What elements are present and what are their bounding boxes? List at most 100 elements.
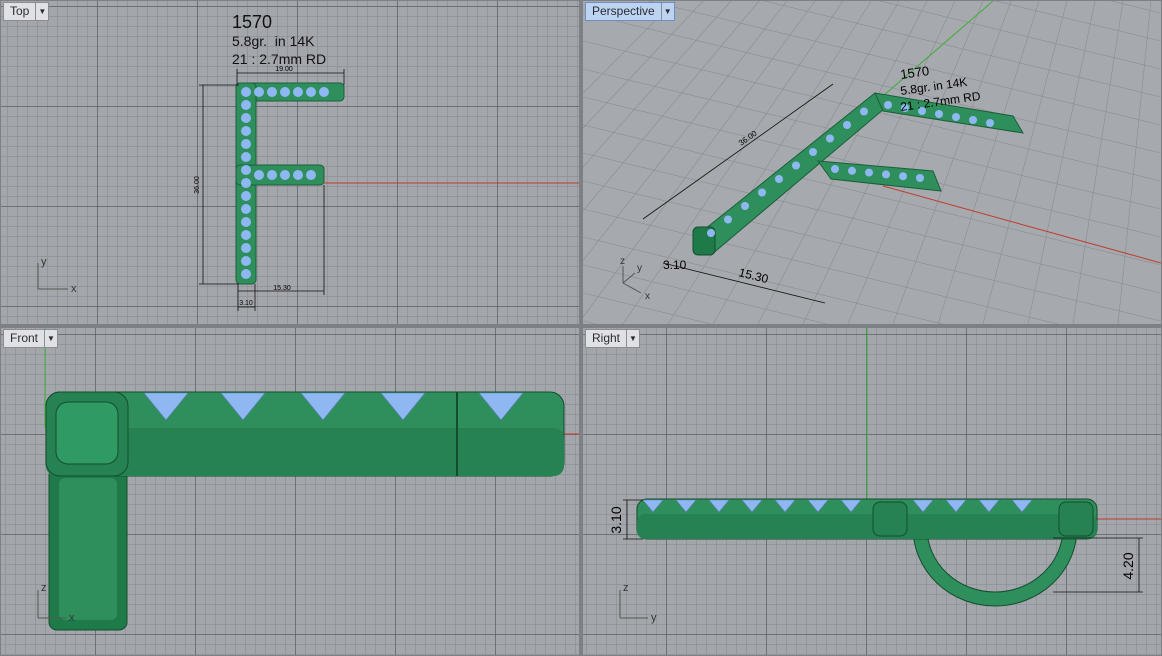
stone [241, 113, 251, 123]
viewport-top[interactable]: Top ▼ 19.00 36.00 15.30 3.10 y x 1570 5.… [1, 1, 579, 324]
axis-z-label: z [41, 582, 47, 594]
stone [241, 217, 251, 227]
model-number: 1570 [232, 12, 273, 32]
axis-z-label: z [620, 256, 625, 267]
stone [775, 175, 783, 183]
chevron-down-icon[interactable]: ▼ [626, 330, 639, 347]
stone [241, 165, 251, 175]
stone [741, 202, 749, 210]
front-scene: z x [37, 328, 579, 631]
stone [792, 161, 800, 170]
stone [952, 113, 960, 121]
weight-note: 5.8gr. in 14K [232, 33, 315, 49]
axis-x-label: x [645, 291, 650, 302]
stone [319, 87, 329, 97]
stone [826, 134, 834, 143]
grid-line [847, 1, 984, 324]
letter-f-front[interactable] [45, 391, 565, 631]
stone [916, 174, 924, 182]
stone [254, 87, 264, 97]
axis-y-label: y [41, 256, 47, 268]
stone [865, 168, 873, 177]
stone [280, 87, 290, 97]
grid-line [892, 1, 1012, 324]
stone [986, 119, 994, 127]
viewport-label: Top [10, 4, 30, 18]
stone [241, 191, 251, 201]
viewport-right[interactable]: Right ▼ 3.10 4.20 z y [583, 328, 1161, 655]
dimension-lines [199, 69, 345, 311]
viewport-tab-perspective[interactable]: Perspective ▼ [585, 2, 675, 21]
stone [241, 152, 251, 162]
stone [848, 166, 856, 175]
viewport-label: Perspective [592, 4, 655, 18]
stone [860, 107, 868, 116]
stone [707, 229, 715, 237]
grid-line [937, 1, 1040, 324]
axis-y-label: y [651, 612, 657, 624]
axis-indicator [619, 590, 648, 619]
viewport-tab-front[interactable]: Front ▼ [3, 329, 59, 348]
stone [280, 170, 290, 180]
stone [241, 269, 251, 279]
dim-bail-label: 4.20 [1120, 552, 1136, 579]
axis-y-label: y [637, 263, 642, 274]
stone [241, 139, 251, 149]
stone [884, 101, 892, 109]
letter-f-right[interactable] [636, 498, 1098, 607]
chevron-down-icon[interactable]: ▼ [660, 3, 674, 20]
dim-middle-label: 15.30 [273, 285, 291, 292]
grid-line [1117, 1, 1152, 324]
stone [724, 215, 732, 224]
grid-line [583, 1, 704, 129]
stone [758, 188, 766, 197]
perspective-scene: 36.00 15.30 3.10 1570 5.8gr. in 14K 21 :… [583, 1, 1161, 324]
grid-line [583, 68, 1161, 210]
viewport-perspective[interactable]: Perspective ▼ 36.00 15.30 3.10 1570 5.8g… [583, 1, 1161, 324]
grid-line [982, 1, 1068, 324]
stone [241, 126, 251, 136]
stone [241, 178, 251, 188]
letter-f-perspective[interactable] [692, 92, 1024, 256]
x-axis-line [882, 185, 1161, 264]
viewport-label: Right [592, 331, 621, 345]
stone [969, 116, 977, 124]
stone [254, 170, 264, 180]
grid-line [583, 1, 676, 94]
stone [241, 256, 251, 266]
stone [241, 100, 251, 110]
stone [831, 165, 839, 173]
stone [241, 230, 251, 240]
grid-line [583, 292, 713, 324]
grid-line [583, 236, 944, 324]
grid-line [583, 124, 1161, 266]
chevron-down-icon[interactable]: ▼ [44, 330, 57, 347]
stone [306, 170, 316, 180]
stones-note: 21 : 2.7mm RD [232, 51, 327, 67]
stone [241, 204, 251, 214]
axis-x-label: x [71, 283, 77, 295]
dim-height-label: 36.00 [194, 176, 201, 194]
right-scene: 3.10 4.20 z y [608, 328, 1161, 624]
grid-line [583, 180, 1161, 322]
stone [306, 87, 316, 97]
dim-thickness-label: 3.10 [608, 506, 624, 533]
stone [899, 172, 907, 181]
grid-line [583, 12, 1161, 154]
viewport-front[interactable]: Front ▼ z x [1, 328, 579, 655]
grid-line [757, 1, 928, 324]
viewport-label: Front [10, 331, 39, 345]
stone [267, 87, 277, 97]
stone [843, 121, 851, 129]
stone [882, 170, 890, 179]
axis-z-label: z [623, 582, 629, 594]
axis-x-label: x [69, 612, 75, 624]
viewport-tab-top[interactable]: Top ▼ [3, 2, 50, 21]
chevron-down-icon[interactable]: ▼ [35, 3, 48, 20]
stone [935, 110, 943, 118]
dim-thickness-label: 3.10 [239, 300, 253, 307]
stone [241, 87, 251, 97]
dim-thickness-label: 3.10 [663, 258, 687, 272]
viewport-tab-right[interactable]: Right ▼ [585, 329, 641, 348]
stone [293, 87, 303, 97]
